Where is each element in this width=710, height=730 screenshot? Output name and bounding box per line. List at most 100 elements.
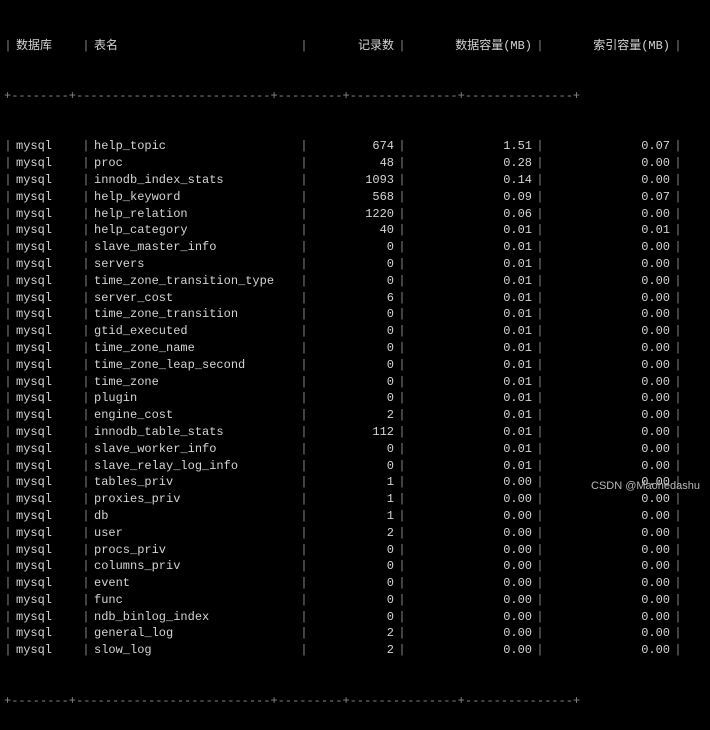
- cell-data-mb: 0.01: [406, 407, 536, 424]
- pipe-icon: |: [300, 625, 308, 642]
- cell-data-mb: 0.01: [406, 390, 536, 407]
- cell-table: func: [90, 592, 300, 609]
- cell-data-mb: 0.01: [406, 290, 536, 307]
- pipe-icon: |: [4, 525, 12, 542]
- cell-rows: 0: [308, 239, 398, 256]
- pipe-icon: |: [674, 508, 682, 525]
- pipe-icon: |: [4, 625, 12, 642]
- pipe-icon: |: [536, 525, 544, 542]
- pipe-icon: |: [536, 592, 544, 609]
- cell-data-mb: 0.28: [406, 155, 536, 172]
- cell-rows: 0: [308, 273, 398, 290]
- pipe-icon: |: [4, 424, 12, 441]
- col-header-data-mb: 数据容量(MB): [406, 38, 536, 55]
- table-row: |mysql|db|1|0.00|0.00|: [4, 508, 706, 525]
- cell-idx-mb: 0.07: [544, 138, 674, 155]
- mysql-table-output: | 数据库 | 表名 | 记录数 | 数据容量(MB) | 索引容量(MB) |…: [4, 4, 706, 726]
- pipe-icon: |: [398, 239, 406, 256]
- pipe-icon: |: [300, 407, 308, 424]
- pipe-icon: |: [536, 206, 544, 223]
- pipe-icon: |: [82, 441, 90, 458]
- cell-db: mysql: [12, 189, 82, 206]
- cell-rows: 0: [308, 542, 398, 559]
- pipe-icon: |: [398, 357, 406, 374]
- pipe-icon: |: [536, 222, 544, 239]
- cell-db: mysql: [12, 474, 82, 491]
- pipe-icon: |: [82, 424, 90, 441]
- pipe-icon: |: [674, 424, 682, 441]
- pipe-icon: |: [536, 323, 544, 340]
- pipe-icon: |: [4, 155, 12, 172]
- col-header-rows: 记录数: [308, 38, 398, 55]
- cell-rows: 48: [308, 155, 398, 172]
- cell-rows: 40: [308, 222, 398, 239]
- pipe-icon: |: [674, 407, 682, 424]
- cell-table: innodb_index_stats: [90, 172, 300, 189]
- cell-data-mb: 0.00: [406, 525, 536, 542]
- pipe-icon: |: [300, 38, 308, 55]
- pipe-icon: |: [82, 575, 90, 592]
- pipe-icon: |: [536, 558, 544, 575]
- pipe-icon: |: [300, 592, 308, 609]
- table-row: |mysql|time_zone_transition|0|0.01|0.00|: [4, 306, 706, 323]
- pipe-icon: |: [398, 290, 406, 307]
- cell-data-mb: 0.01: [406, 374, 536, 391]
- pipe-icon: |: [82, 542, 90, 559]
- cell-table: tables_priv: [90, 474, 300, 491]
- table-row: |mysql|procs_priv|0|0.00|0.00|: [4, 542, 706, 559]
- cell-idx-mb: 0.00: [544, 609, 674, 626]
- pipe-icon: |: [300, 189, 308, 206]
- pipe-icon: |: [398, 323, 406, 340]
- pipe-icon: |: [82, 525, 90, 542]
- pipe-icon: |: [300, 474, 308, 491]
- pipe-icon: |: [398, 374, 406, 391]
- cell-db: mysql: [12, 441, 82, 458]
- pipe-icon: |: [4, 458, 12, 475]
- pipe-icon: |: [536, 441, 544, 458]
- table-header-row: | 数据库 | 表名 | 记录数 | 数据容量(MB) | 索引容量(MB) |: [4, 38, 706, 55]
- cell-table: slave_master_info: [90, 239, 300, 256]
- pipe-icon: |: [674, 273, 682, 290]
- cell-data-mb: 0.00: [406, 625, 536, 642]
- pipe-icon: |: [300, 374, 308, 391]
- cell-idx-mb: 0.00: [544, 374, 674, 391]
- cell-rows: 0: [308, 306, 398, 323]
- pipe-icon: |: [536, 424, 544, 441]
- pipe-icon: |: [82, 592, 90, 609]
- pipe-icon: |: [82, 340, 90, 357]
- cell-data-mb: 0.14: [406, 172, 536, 189]
- pipe-icon: |: [674, 38, 682, 55]
- table-row: |mysql|time_zone|0|0.01|0.00|: [4, 374, 706, 391]
- table-row: |mysql|help_category|40|0.01|0.01|: [4, 222, 706, 239]
- cell-idx-mb: 0.00: [544, 306, 674, 323]
- pipe-icon: |: [536, 340, 544, 357]
- pipe-icon: |: [674, 609, 682, 626]
- cell-idx-mb: 0.00: [544, 340, 674, 357]
- pipe-icon: |: [674, 525, 682, 542]
- cell-idx-mb: 0.00: [544, 390, 674, 407]
- pipe-icon: |: [536, 38, 544, 55]
- cell-rows: 1: [308, 474, 398, 491]
- table-row: |mysql|ndb_binlog_index|0|0.00|0.00|: [4, 609, 706, 626]
- pipe-icon: |: [4, 222, 12, 239]
- pipe-icon: |: [4, 189, 12, 206]
- pipe-icon: |: [398, 189, 406, 206]
- pipe-icon: |: [674, 155, 682, 172]
- pipe-icon: |: [82, 138, 90, 155]
- pipe-icon: |: [398, 424, 406, 441]
- cell-idx-mb: 0.00: [544, 458, 674, 475]
- cell-table: time_zone: [90, 374, 300, 391]
- pipe-icon: |: [398, 340, 406, 357]
- table-row: |mysql|time_zone_transition_type|0|0.01|…: [4, 273, 706, 290]
- cell-table: time_zone_transition_type: [90, 273, 300, 290]
- cell-rows: 0: [308, 340, 398, 357]
- cell-data-mb: 0.01: [406, 222, 536, 239]
- cell-db: mysql: [12, 138, 82, 155]
- cell-data-mb: 0.01: [406, 458, 536, 475]
- cell-table: innodb_table_stats: [90, 424, 300, 441]
- cell-idx-mb: 0.01: [544, 222, 674, 239]
- pipe-icon: |: [674, 340, 682, 357]
- pipe-icon: |: [674, 172, 682, 189]
- pipe-icon: |: [82, 189, 90, 206]
- table-row: |mysql|innodb_table_stats|112|0.01|0.00|: [4, 424, 706, 441]
